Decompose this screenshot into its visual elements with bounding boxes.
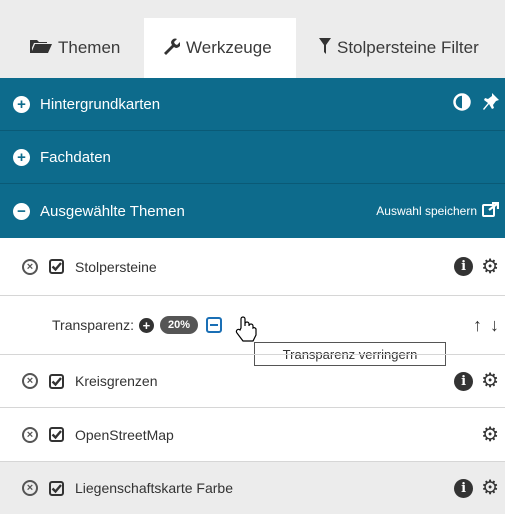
gear-icon[interactable]: ⚙ [481,257,499,277]
gear-icon[interactable]: ⚙ [481,425,499,445]
tab-werkzeuge[interactable]: Werkzeuge [144,18,296,78]
tab-themen[interactable]: Themen [10,18,140,78]
gear-icon[interactable]: ⚙ [481,478,499,498]
layer-row-liegenschaftskarte: × Liegenschaftskarte Farbe i ⚙ [0,462,505,514]
transparency-value-badge: 20% [159,316,198,334]
remove-layer-icon[interactable]: × [22,480,38,496]
info-icon[interactable]: i [454,478,474,498]
filter-icon [319,37,331,59]
section-fachdaten[interactable]: + Fachdaten [0,131,505,183]
section-hintergrundkarten[interactable]: + Hintergrundkarten [0,78,505,130]
checkbox-checked-icon[interactable] [49,259,64,274]
layer-name: Stolpersteine [75,258,157,275]
arrow-down-icon[interactable]: ↓ [490,315,499,336]
plus-circle-icon: + [13,148,30,166]
tab-bar: Themen Werkzeuge Stolpersteine Filter [0,0,505,78]
save-selection-label: Auswahl speichern [376,204,477,218]
info-icon[interactable]: i [454,371,474,391]
layer-row-openstreetmap: × OpenStreetMap ⚙ [0,408,505,461]
decrease-transparency-button[interactable] [206,317,222,333]
tab-label: Werkzeuge [186,38,272,57]
layer-name: Liegenschaftskarte Farbe [75,480,233,496]
save-selection-button[interactable]: Auswahl speichern [376,201,505,221]
tab-label: Stolpersteine Filter [337,38,479,57]
minus-circle-icon: − [13,202,30,220]
section-label: Ausgewählte Themen [40,202,185,220]
plus-circle-icon: + [13,95,30,113]
remove-layer-icon[interactable]: × [22,426,38,443]
transparency-label: Transparenz: [52,317,134,333]
share-icon [482,201,500,221]
layer-name: OpenStreetMap [75,426,174,443]
layer-row-kreisgrenzen: × Kreisgrenzen i ⚙ [0,355,505,407]
layer-row-stolpersteine: × Stolpersteine i ⚙ [0,238,505,295]
wrench-icon [162,37,181,60]
tab-label: Themen [58,38,121,57]
section-label: Fachdaten [40,148,111,166]
gear-icon[interactable]: ⚙ [481,371,499,391]
layer-name: Kreisgrenzen [75,373,158,389]
tab-stolpersteine-filter[interactable]: Stolpersteine Filter [300,18,505,78]
info-icon[interactable]: i [454,257,474,276]
section-label: Hintergrundkarten [40,95,161,113]
arrow-up-icon[interactable]: ↑ [473,315,482,336]
checkbox-checked-icon[interactable] [49,427,64,442]
section-ausgewaehlte-themen[interactable]: − Ausgewählte Themen Auswahl speichern [0,184,505,238]
increase-transparency-icon[interactable]: + [138,317,154,333]
pin-icon[interactable] [483,93,499,115]
remove-layer-icon[interactable]: × [22,258,38,275]
remove-layer-icon[interactable]: × [22,373,38,389]
folder-open-icon [30,38,52,59]
checkbox-checked-icon[interactable] [49,480,64,496]
checkbox-checked-icon[interactable] [49,373,64,389]
contrast-icon[interactable] [453,93,471,115]
